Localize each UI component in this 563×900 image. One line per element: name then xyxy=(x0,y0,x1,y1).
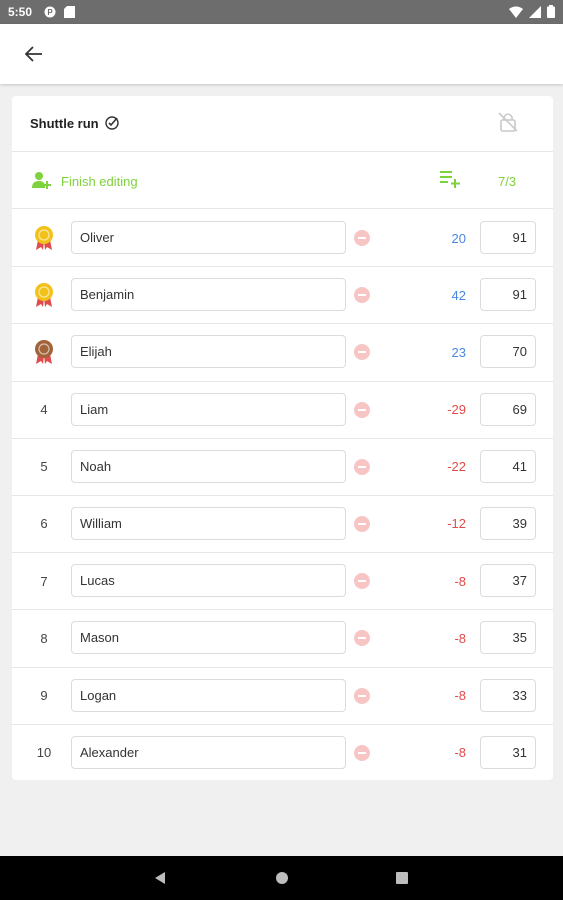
edit-toolbar: Finish editing 7/3 xyxy=(12,153,553,209)
rank-number: 8 xyxy=(40,630,48,646)
remove-circle-icon[interactable] xyxy=(354,230,370,246)
score-difference: -8 xyxy=(454,630,466,646)
rank-number: 6 xyxy=(40,516,48,532)
nav-home-icon[interactable] xyxy=(272,868,292,888)
nav-back-icon[interactable] xyxy=(150,868,170,888)
score-input[interactable] xyxy=(480,335,536,369)
person-add-icon[interactable] xyxy=(32,170,52,195)
battery-icon xyxy=(547,5,555,21)
score-difference: -8 xyxy=(454,745,466,761)
list-item: 42 xyxy=(12,267,553,325)
page-title: Shuttle run xyxy=(30,116,99,131)
score-difference: -22 xyxy=(447,459,466,475)
list-item: 10 -8 xyxy=(12,725,553,782)
app-bar xyxy=(0,24,563,84)
wifi-icon xyxy=(509,6,523,21)
remove-circle-icon[interactable] xyxy=(354,630,370,647)
participant-name-input[interactable] xyxy=(71,564,346,598)
playlist-add-icon[interactable] xyxy=(440,170,460,193)
sd-card-icon xyxy=(64,6,76,18)
selection-count: 7/3 xyxy=(498,174,517,189)
back-button[interactable] xyxy=(20,40,48,68)
participant-name-input[interactable] xyxy=(71,449,346,483)
medal-icon xyxy=(32,210,56,266)
participant-list: 20 42 23 4 -29 5 -22 6 -12 7 -8 8 -8 9 -8 10 -8 xyxy=(12,210,553,782)
list-item: 9 -8 xyxy=(12,668,553,725)
participant-name-input[interactable] xyxy=(71,392,346,426)
score-difference: 20 xyxy=(451,230,466,246)
score-input[interactable] xyxy=(480,735,536,769)
score-input[interactable] xyxy=(480,278,536,312)
check-circle-icon[interactable] xyxy=(104,115,120,136)
rank-number: 4 xyxy=(40,402,48,418)
score-input[interactable] xyxy=(480,392,536,426)
score-input[interactable] xyxy=(480,449,536,483)
medal-icon xyxy=(32,267,56,323)
medal-icon xyxy=(32,324,56,380)
leaderboard-card: Shuttle run Finish editing 7/3 Oliver 20… xyxy=(12,96,553,780)
participant-name-input[interactable] xyxy=(71,621,346,655)
rank-number: 5 xyxy=(40,459,48,475)
score-input[interactable] xyxy=(480,678,536,712)
remove-circle-icon[interactable] xyxy=(354,458,370,475)
list-item: 4 -29 xyxy=(12,382,553,439)
rank-number: 7 xyxy=(40,573,48,589)
score-difference: -8 xyxy=(454,573,466,589)
list-item: 6 -12 xyxy=(12,496,553,554)
card-header: Shuttle run xyxy=(12,96,553,152)
list-item: 5 -22 xyxy=(12,439,553,496)
status-time: 5:50 xyxy=(8,5,33,19)
remove-circle-icon[interactable] xyxy=(354,344,370,361)
list-item: 8 -8 xyxy=(12,610,553,668)
status-icons xyxy=(509,5,555,21)
participant-name-input[interactable] xyxy=(71,678,346,712)
remove-circle-icon[interactable] xyxy=(354,687,370,704)
arrow-back-icon xyxy=(25,46,42,62)
participant-name-input[interactable] xyxy=(71,335,346,369)
remove-circle-icon[interactable] xyxy=(354,401,370,418)
participant-name-input[interactable] xyxy=(71,278,346,312)
participant-name-input[interactable] xyxy=(71,735,346,769)
list-item: 20 xyxy=(12,210,553,268)
lock-off-icon[interactable] xyxy=(497,110,519,139)
score-difference: -12 xyxy=(447,516,466,532)
rank-number: 10 xyxy=(36,745,52,761)
score-input[interactable] xyxy=(480,506,536,540)
remove-circle-icon[interactable] xyxy=(354,744,370,761)
rank-number: 9 xyxy=(40,688,48,703)
participant-name-input[interactable] xyxy=(71,506,346,540)
list-item: 7 -8 xyxy=(12,553,553,611)
remove-circle-icon[interactable] xyxy=(354,287,370,304)
score-difference: -29 xyxy=(447,402,466,418)
svg-text:P: P xyxy=(47,8,53,17)
notification-icon: P xyxy=(44,6,56,18)
remove-circle-icon[interactable] xyxy=(354,515,370,532)
score-input[interactable] xyxy=(480,564,536,598)
score-difference: -8 xyxy=(454,688,466,703)
score-input[interactable] xyxy=(480,221,536,254)
nav-recents-icon[interactable] xyxy=(392,868,412,888)
system-nav-bar xyxy=(0,856,563,900)
score-difference: 23 xyxy=(451,344,466,360)
score-input[interactable] xyxy=(480,621,536,655)
status-bar: 5:50 P xyxy=(0,0,563,24)
score-difference: 42 xyxy=(451,287,466,303)
participant-name-input[interactable] xyxy=(71,221,346,254)
remove-circle-icon[interactable] xyxy=(354,573,370,590)
list-item: 23 xyxy=(12,324,553,382)
finish-editing-button[interactable]: Finish editing xyxy=(61,174,138,189)
signal-icon xyxy=(529,5,541,21)
